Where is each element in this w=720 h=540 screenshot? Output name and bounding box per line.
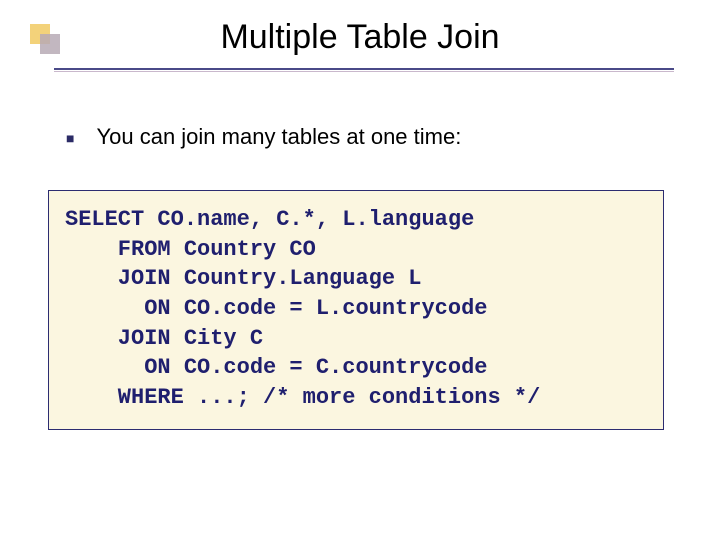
title-underline — [54, 68, 674, 70]
slide: Multiple Table Join ■ You can join many … — [0, 0, 720, 540]
code-block: SELECT CO.name, C.*, L.language FROM Cou… — [48, 190, 664, 430]
code-line: WHERE ...; /* more conditions */ — [65, 385, 540, 410]
code-line: FROM Country CO — [65, 237, 316, 262]
code-line: ON CO.code = L.countrycode — [65, 296, 487, 321]
code-line: ON CO.code = C.countrycode — [65, 355, 487, 380]
code-line: JOIN City C — [65, 326, 263, 351]
bullet-text: You can join many tables at one time: — [96, 124, 461, 150]
slide-title: Multiple Table Join — [0, 18, 720, 57]
code-line: JOIN Country.Language L — [65, 266, 421, 291]
bullet-marker-icon: ■ — [66, 130, 74, 146]
bullet-item: ■ You can join many tables at one time: — [66, 124, 674, 150]
code-line: SELECT CO.name, C.*, L.language — [65, 207, 474, 232]
